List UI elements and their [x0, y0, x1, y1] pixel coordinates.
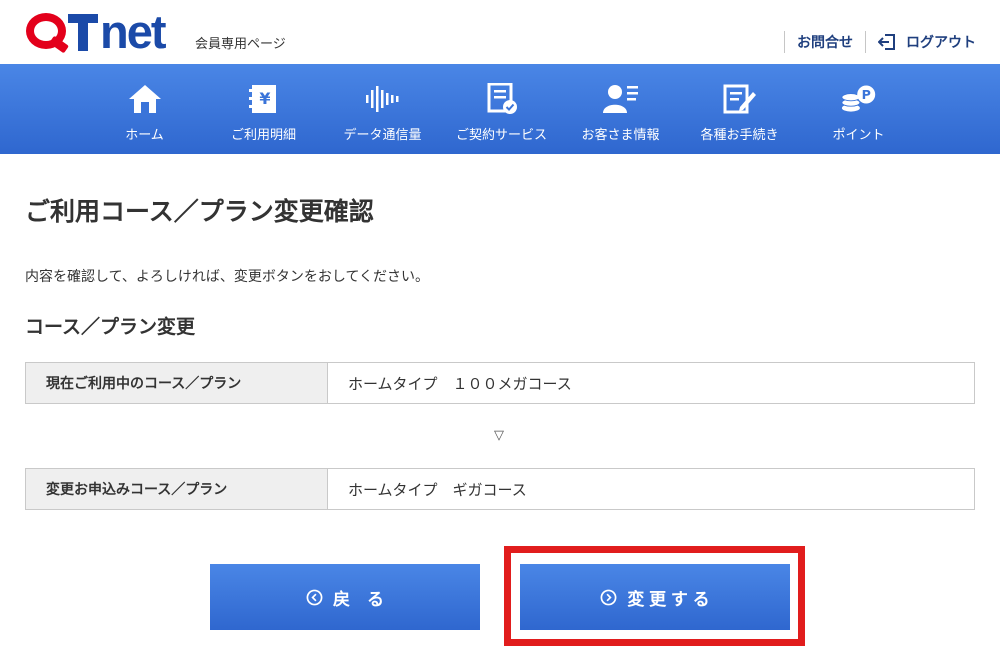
logout-icon	[878, 34, 895, 50]
logo-t-mark	[68, 14, 98, 51]
points-icon: P	[840, 82, 877, 116]
logout-link[interactable]: ログアウト	[878, 32, 976, 52]
current-plan-row: 現在ご利用中のコース／プラン ホームタイプ １００メガコース	[25, 362, 975, 404]
qtnet-logo[interactable]: net	[26, 5, 166, 58]
nav-item-home[interactable]: ホーム	[85, 64, 204, 154]
page-title: ご利用コース／プラン変更確認	[25, 197, 374, 226]
billing-statement-icon: ¥	[246, 82, 282, 116]
header: net 会員専用ページ お問合せ ログアウト	[0, 0, 1000, 64]
nav-item-points[interactable]: P ポイント	[799, 64, 918, 154]
change-button[interactable]: 変 更 す る	[520, 564, 790, 630]
section-title: コース／プラン変更	[25, 316, 196, 338]
chevron-right-circle-icon	[600, 589, 617, 605]
main-nav: ホーム ¥ ご利用明細 データ通信量 ご契約サービス お客さま情報 各種お手続き…	[0, 64, 1000, 154]
nav-label: 各種お手続き	[700, 128, 779, 143]
change-button-label: 変 更 す る	[627, 589, 710, 609]
nav-label: データ通信量	[343, 128, 422, 143]
new-plan-label: 変更お申込みコース／プラン	[26, 469, 328, 509]
nav-label: ご契約サービス	[455, 128, 547, 143]
back-button[interactable]: 戻 る	[210, 564, 480, 630]
nav-item-customer-info[interactable]: お客さま情報	[561, 64, 680, 154]
customer-info-icon	[602, 82, 639, 116]
page-subtitle: 会員専用ページ	[195, 37, 286, 52]
logo-text: net	[100, 5, 166, 58]
procedures-icon	[722, 82, 758, 116]
logout-label: ログアウト	[906, 35, 976, 51]
nav-label: お客さま情報	[581, 128, 660, 143]
home-icon	[127, 82, 163, 116]
svg-text:P: P	[861, 87, 870, 102]
header-links: お問合せ ログアウト	[772, 31, 976, 53]
logo-q-mark	[26, 12, 70, 54]
chevron-left-circle-icon	[306, 589, 323, 605]
back-button-label: 戻 る	[333, 589, 384, 609]
current-plan-label: 現在ご利用中のコース／プラン	[26, 363, 328, 403]
nav-label: ポイント	[832, 128, 885, 143]
divider	[784, 31, 785, 53]
new-plan-value: ホームタイプ ギガコース	[348, 480, 527, 499]
nav-label: ホーム	[125, 128, 164, 143]
nav-item-procedures[interactable]: 各種お手続き	[680, 64, 799, 154]
nav-label: ご利用明細	[230, 128, 296, 143]
nav-item-billing[interactable]: ¥ ご利用明細	[204, 64, 323, 154]
down-arrow-icon: ▽	[494, 428, 504, 443]
current-plan-value: ホームタイプ １００メガコース	[348, 374, 572, 393]
contract-service-icon	[484, 82, 520, 116]
nav-item-contract-service[interactable]: ご契約サービス	[442, 64, 561, 154]
new-plan-row: 変更お申込みコース／プラン ホームタイプ ギガコース	[25, 468, 975, 510]
intro-text: 内容を確認して、よろしければ、変更ボタンをおしてください。	[25, 269, 430, 285]
data-usage-icon	[365, 82, 401, 116]
svg-text:¥: ¥	[259, 89, 270, 108]
divider	[865, 31, 866, 53]
nav-item-data-usage[interactable]: データ通信量	[323, 64, 442, 154]
contact-link[interactable]: お問合せ	[797, 32, 853, 52]
